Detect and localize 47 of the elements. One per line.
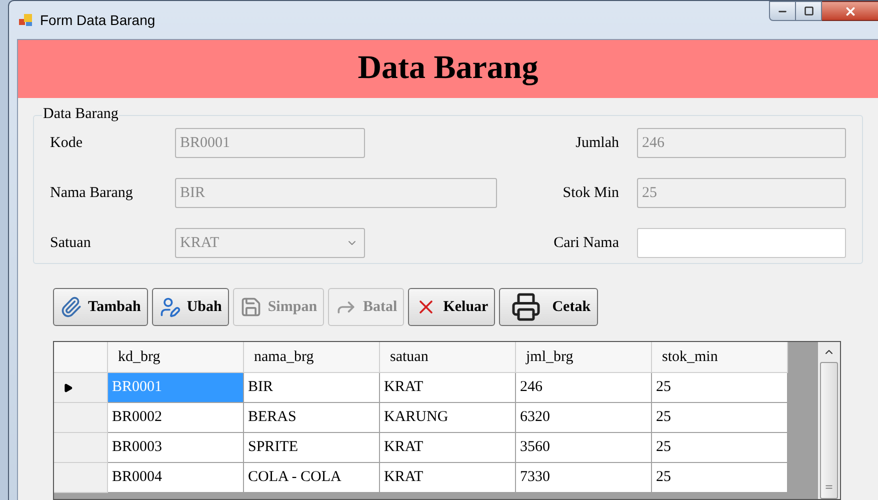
maximize-button[interactable] [796,1,822,21]
scroll-thumb[interactable] [820,362,838,499]
window-title: Form Data Barang [40,10,156,30]
toolbar-button[interactable]: Tambah [53,288,148,326]
minimize-button[interactable] [769,1,796,21]
field-label: Cari Nama [552,234,619,253]
user-edit-icon [158,296,181,318]
field-label: Kode [50,134,84,153]
toolbar-button[interactable]: Ubah [152,288,229,326]
row-header[interactable] [54,373,108,403]
table-cell: BIR [244,373,380,403]
text-field[interactable] [637,228,846,258]
maximize-icon [804,6,814,16]
field-label: Nama Barang [50,184,134,203]
current-row-icon [63,382,73,392]
vertical-scrollbar[interactable] [818,342,840,499]
table-cell: 25 [652,403,788,433]
toolbar-button[interactable]: Keluar [408,288,496,326]
table-cell: SPRITE [244,433,380,463]
table-cell: KRAT [380,373,516,403]
table-cell: BR0002 [108,403,244,433]
table-cell: KARUNG [380,403,516,433]
close-button[interactable] [822,1,878,21]
table-cell: 7330 [516,463,652,493]
table-cell: BR0003 [108,433,244,463]
group-title: Data Barang [42,105,120,123]
close-icon [844,4,856,18]
app-icon [18,12,34,28]
table-cell: BERAS [244,403,380,433]
table-cell: KRAT [380,433,516,463]
header-title: Data Barang [358,49,538,88]
table-cell: BR0001 [108,373,244,403]
field-label: Satuan [50,234,92,253]
table-cell: 25 [652,433,788,463]
table-cell: 3560 [516,433,652,463]
table-cell: 25 [652,373,788,403]
toolbar-button[interactable]: Cetak [499,288,598,326]
field-label: Jumlah [574,134,619,153]
table-cell: 6320 [516,403,652,433]
paperclip-icon [60,296,82,318]
table-cell: BR0004 [108,463,244,493]
table-cell: 246 [516,373,652,403]
table-cell: KRAT [380,463,516,493]
table-cell: 25 [652,463,788,493]
field-label: Stok Min [562,184,619,203]
table-cell: COLA - COLA [244,463,380,493]
combo-value: KRAT [179,234,220,253]
